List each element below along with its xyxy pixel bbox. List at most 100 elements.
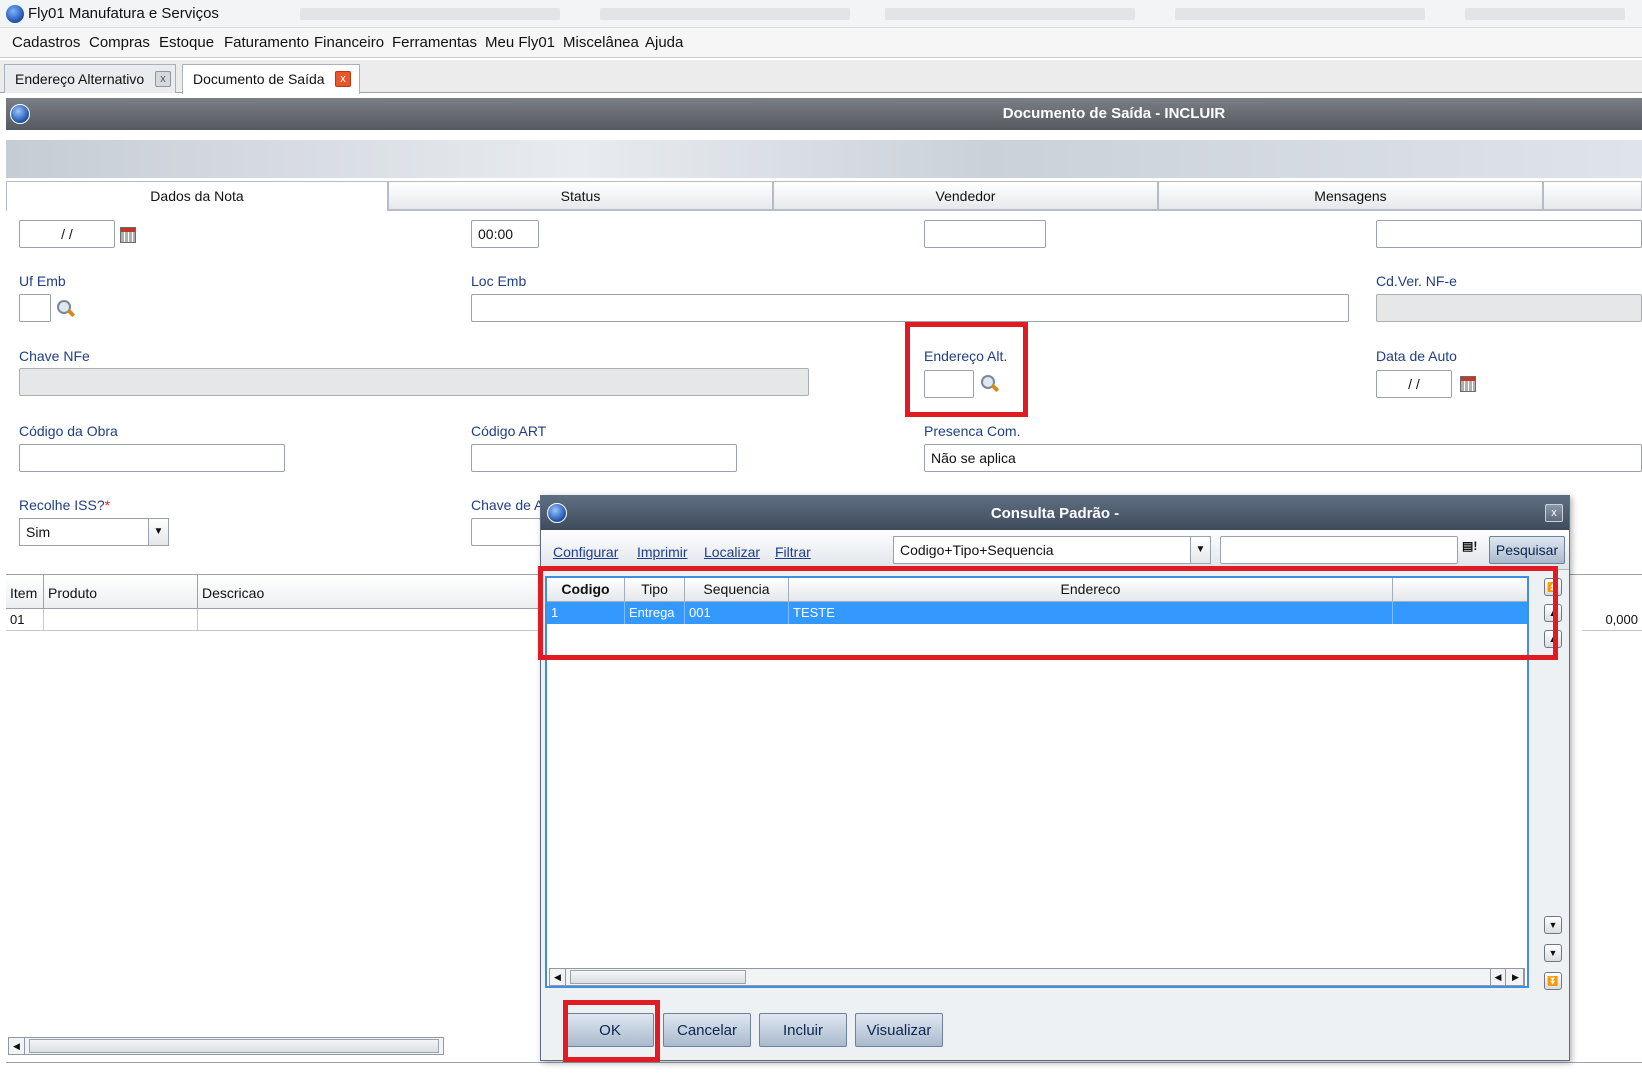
unlabeled-field-right[interactable] (1376, 220, 1642, 248)
codigo-obra-field[interactable] (19, 444, 285, 472)
scroll-page-down-icon[interactable]: ▼ (1544, 944, 1562, 962)
taskbar-ghost (885, 8, 1135, 20)
chevron-down-icon[interactable]: ▼ (148, 519, 168, 545)
configurar-link[interactable]: Configurar (553, 544, 618, 560)
cancelar-button[interactable]: Cancelar (663, 1013, 751, 1047)
bottom-tabs (6, 1062, 1642, 1077)
scroll-right-icon[interactable]: ▶ (1508, 969, 1524, 985)
tab-status[interactable]: Status (388, 181, 773, 210)
chave-nfe-label: Chave NFe (19, 348, 90, 364)
form-title: Documento de Saída - INCLUIR (1002, 105, 1226, 122)
items-hscrollbar[interactable]: ◀ (8, 1037, 444, 1055)
form-tabs: Dados da Nota Status Vendedor Mensagens (6, 181, 1642, 211)
codigo-art-field[interactable] (471, 444, 737, 472)
visualizar-button[interactable]: Visualizar (855, 1013, 943, 1047)
loc-emb-label: Loc Emb (471, 273, 527, 289)
tab-documento-de-saida[interactable]: Documento de Saída x (182, 64, 360, 94)
menu-cadastros[interactable]: Cadastros (12, 34, 80, 51)
calendar-icon[interactable] (120, 227, 136, 243)
pesquisar-button[interactable]: Pesquisar (1489, 536, 1565, 564)
menu-ferramentas[interactable]: Ferramentas (392, 34, 477, 51)
cd-ver-label: Cd.Ver. NF-e (1376, 273, 1457, 289)
cell-valor[interactable]: 0,000 (1582, 609, 1642, 631)
search-lookup-icon[interactable] (56, 299, 76, 321)
app-title: Fly01 Manufatura e Serviços (28, 5, 219, 22)
scroll-bottom-icon[interactable]: ⏬ (1544, 972, 1562, 990)
codigo-art-label: Código ART (471, 423, 547, 439)
scroll-thumb[interactable] (29, 1039, 439, 1053)
search-input[interactable] (1220, 536, 1458, 564)
close-icon[interactable]: x (1545, 504, 1563, 522)
tab-label: Endereço Alternativo (15, 71, 145, 87)
col-header-item[interactable]: Item (6, 575, 44, 609)
presenca-select[interactable]: Não se aplica (924, 444, 1642, 472)
presenca-label: Presenca Com. (924, 423, 1021, 439)
imprimir-link[interactable]: Imprimir (637, 544, 688, 560)
order-select[interactable]: Codigo+Tipo+Sequencia ▼ (893, 536, 1211, 564)
incluir-button[interactable]: Incluir (759, 1013, 847, 1047)
tab-vendedor[interactable]: Vendedor (773, 181, 1158, 210)
taskbar-ghost (1465, 8, 1625, 20)
close-icon[interactable]: x (335, 71, 351, 87)
chave-nfe-field (19, 368, 809, 396)
tab-endereco-alternativo[interactable]: Endereço Alternativo x (4, 64, 176, 93)
menu-faturamento[interactable]: Faturamento (224, 34, 309, 51)
localizar-link[interactable]: Localizar (704, 544, 760, 560)
scroll-thumb[interactable] (570, 970, 746, 984)
menu-bar: Cadastros Compras Estoque Faturamento Fi… (0, 28, 1642, 58)
calendar-icon[interactable] (1460, 376, 1476, 392)
dialog-hscrollbar[interactable]: ◀ ◀ ▶ (549, 968, 1525, 986)
loc-emb-field[interactable] (471, 294, 1349, 322)
menu-meu-fly01[interactable]: Meu Fly01 (485, 34, 555, 51)
tab-more[interactable] (1543, 181, 1642, 210)
recolhe-iss-label-text: Recolhe ISS? (19, 497, 105, 513)
date-field[interactable]: / / (19, 220, 115, 248)
highlight-results-row (538, 566, 1558, 660)
chave-de-field[interactable] (471, 518, 541, 546)
taskbar-ghost (300, 8, 560, 20)
filter-list-icon[interactable]: ▤! (1462, 539, 1484, 559)
close-icon[interactable]: x (155, 71, 171, 87)
cell-descricao[interactable] (198, 609, 548, 631)
form-banner (6, 140, 1642, 178)
menu-ajuda[interactable]: Ajuda (645, 34, 683, 51)
menu-financeiro[interactable]: Financeiro (314, 34, 384, 51)
required-mark: * (104, 497, 111, 513)
dialog-toolbar: Configurar Imprimir Localizar Filtrar Co… (541, 530, 1569, 570)
chave-de-label: Chave de A (471, 497, 544, 513)
chevron-down-icon[interactable]: ▼ (1190, 537, 1210, 563)
highlight-ok-button (563, 1000, 660, 1062)
highlight-endereco-alt (905, 322, 1028, 417)
document-tabs: Endereço Alternativo x Documento de Saíd… (0, 60, 1642, 94)
cell-produto[interactable] (44, 609, 198, 631)
tab-mensagens[interactable]: Mensagens (1158, 181, 1543, 210)
menu-compras[interactable]: Compras (89, 34, 150, 51)
dialog-header: Consulta Padrão - x (541, 496, 1569, 530)
scroll-down-icon[interactable]: ▼ (1544, 916, 1562, 934)
order-select-value: Codigo+Tipo+Sequencia (900, 542, 1054, 558)
filtrar-link[interactable]: Filtrar (775, 544, 811, 560)
time-field[interactable]: 00:00 (471, 220, 539, 248)
col-header-produto[interactable]: Produto (44, 575, 198, 609)
menu-estoque[interactable]: Estoque (159, 34, 214, 51)
unlabeled-field[interactable] (924, 220, 1046, 248)
form-header: Documento de Saída - INCLUIR (6, 98, 1642, 130)
scroll-left-icon[interactable]: ◀ (550, 969, 566, 985)
uf-emb-field[interactable] (19, 294, 51, 322)
menu-miscelanea[interactable]: Miscelânea (563, 34, 639, 51)
codigo-obra-label: Código da Obra (19, 423, 118, 439)
cell-item[interactable]: 01 (6, 609, 44, 631)
dialog-title: Consulta Padrão - (990, 505, 1120, 522)
data-auto-field[interactable]: / / (1376, 370, 1452, 398)
scroll-left-icon[interactable]: ◀ (9, 1038, 25, 1054)
title-bar: Fly01 Manufatura e Serviços (0, 0, 1642, 28)
uf-emb-label: Uf Emb (19, 273, 66, 289)
data-auto-label: Data de Auto (1376, 348, 1457, 364)
app-logo-icon (6, 5, 24, 23)
col-header-descricao[interactable]: Descricao (198, 575, 548, 609)
taskbar-ghost (600, 8, 850, 20)
recolhe-iss-select[interactable]: Sim ▼ (19, 518, 169, 546)
scroll-left-icon[interactable]: ◀ (1490, 969, 1506, 985)
recolhe-iss-label: Recolhe ISS?* (19, 497, 110, 513)
tab-dados-da-nota[interactable]: Dados da Nota (6, 181, 388, 211)
